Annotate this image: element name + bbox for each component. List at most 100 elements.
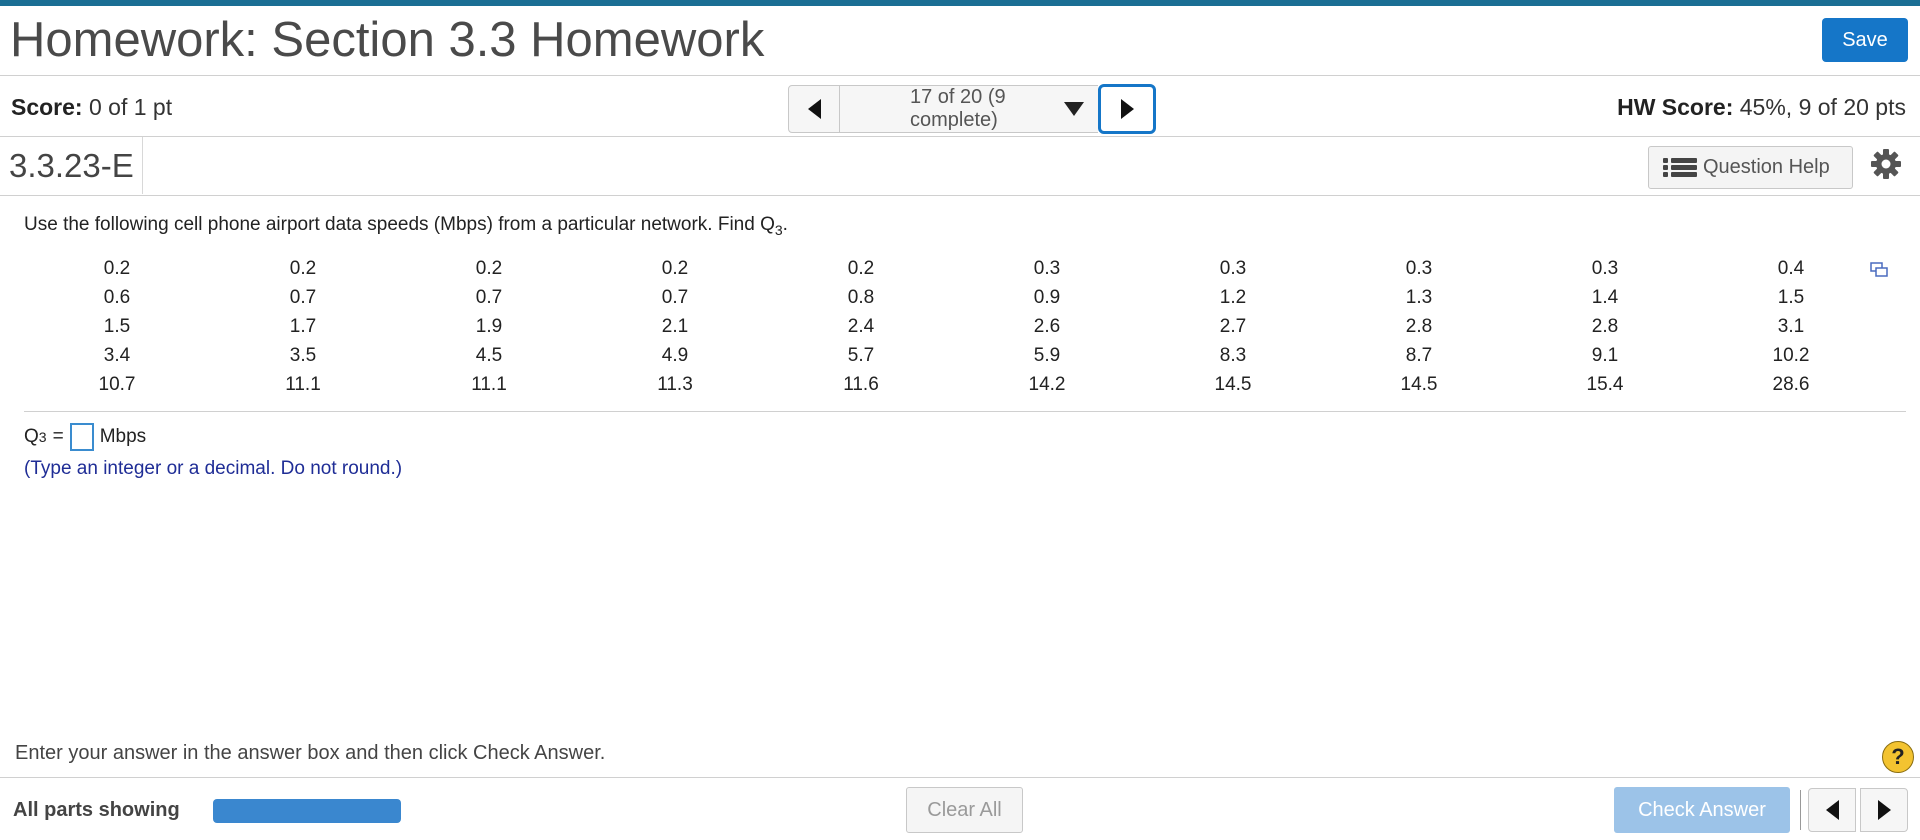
question-prompt: Use the following cell phone airport dat… <box>24 214 788 238</box>
answer-hint: (Type an integer or a decimal. Do not ro… <box>24 458 403 479</box>
triangle-left-icon <box>807 99 821 119</box>
table-cell: 0.7 <box>475 286 503 308</box>
hw-score-text: HW Score: 45%, 9 of 20 pts <box>1617 94 1906 121</box>
table-cell: 2.7 <box>1219 315 1247 337</box>
table-cell: 0.3 <box>1219 257 1247 279</box>
table-cell: 5.9 <box>1033 344 1061 366</box>
table-cell: 4.9 <box>661 344 689 366</box>
progress-bar <box>213 799 401 823</box>
table-cell: 11.1 <box>285 373 321 395</box>
question-help-button[interactable]: Question Help <box>1648 146 1853 189</box>
clear-all-button[interactable]: Clear All <box>906 787 1023 833</box>
triangle-right-icon <box>1120 99 1134 119</box>
table-cell: 2.6 <box>1033 315 1061 337</box>
table-cell: 0.3 <box>1033 257 1061 279</box>
table-cell: 0.7 <box>661 286 689 308</box>
table-row: 0.6 0.7 0.7 0.7 0.8 0.9 1.2 1.3 1.4 1.5 <box>24 283 1884 312</box>
divider <box>142 137 143 194</box>
table-cell: 14.5 <box>1214 373 1252 395</box>
table-cell: 0.9 <box>1033 286 1061 308</box>
table-cell: 11.3 <box>657 373 693 395</box>
prompt-end: . <box>782 214 788 235</box>
table-cell: 5.7 <box>847 344 875 366</box>
footer-bar: All parts showing Clear All Check Answer <box>0 777 1920 840</box>
caret-down-icon <box>1064 102 1084 116</box>
hw-score-label: HW Score: <box>1617 94 1734 120</box>
table-cell: 8.7 <box>1405 344 1433 366</box>
table-cell: 11.6 <box>843 373 879 395</box>
table-cell: 0.8 <box>847 286 875 308</box>
table-cell: 0.6 <box>103 286 131 308</box>
table-cell: 0.2 <box>847 257 875 279</box>
table-cell: 0.2 <box>289 257 317 279</box>
score-value: 0 of 1 pt <box>88 94 173 120</box>
table-cell: 0.4 <box>1777 257 1805 279</box>
table-row: 10.7 11.1 11.1 11.3 11.6 14.2 14.5 14.5 15.4 28.6 <box>24 370 1884 399</box>
table-cell: 2.4 <box>847 315 875 337</box>
question-help-label: Question Help <box>1703 156 1830 178</box>
question-navigator: 17 of 20 (9 complete) <box>788 84 1156 134</box>
answer-subscript: 3 <box>38 429 47 445</box>
check-answer-button[interactable]: Check Answer <box>1614 787 1790 833</box>
question-header-row: 3.3.23-E Question Help <box>0 137 1920 196</box>
hw-score-value: 45%, 9 of 20 pts <box>1739 94 1906 120</box>
copy-icon[interactable] <box>1870 262 1888 278</box>
table-cell: 28.6 <box>1772 373 1810 395</box>
score-label: Score: <box>11 94 83 120</box>
parts-showing-label: All parts showing <box>13 799 180 821</box>
table-cell: 1.2 <box>1219 286 1247 308</box>
footer-previous-button[interactable] <box>1808 788 1856 832</box>
answer-input[interactable] <box>69 423 94 451</box>
table-cell: 3.5 <box>289 344 317 366</box>
question-select-dropdown[interactable]: 17 of 20 (9 complete) <box>840 85 1098 133</box>
table-cell: 3.1 <box>1777 315 1805 337</box>
help-circle-icon[interactable]: ? <box>1882 741 1914 773</box>
table-cell: 2.1 <box>661 315 689 337</box>
table-cell: 0.2 <box>661 257 689 279</box>
table-cell: 1.5 <box>103 315 131 337</box>
answer-unit: Mbps <box>99 426 147 447</box>
table-cell: 10.7 <box>98 373 136 395</box>
table-cell: 2.8 <box>1405 315 1433 337</box>
answer-line: Q3 = Mbps <box>24 422 146 452</box>
data-table: 0.2 0.2 0.2 0.2 0.2 0.3 0.3 0.3 0.3 0.4 0.6 0.7 0.7 0… <box>24 254 1884 399</box>
table-row: 0.2 0.2 0.2 0.2 0.2 0.3 0.3 0.3 0.3 0.4 <box>24 254 1884 283</box>
table-cell: 0.3 <box>1591 257 1619 279</box>
table-cell: 1.3 <box>1405 286 1433 308</box>
answer-equals: = <box>52 426 64 447</box>
table-cell: 8.3 <box>1219 344 1247 366</box>
table-cell: 1.5 <box>1777 286 1805 308</box>
gear-icon[interactable] <box>1870 148 1902 180</box>
table-cell: 14.2 <box>1028 373 1066 395</box>
score-text: Score: 0 of 1 pt <box>11 94 172 121</box>
section-divider <box>24 411 1906 412</box>
save-button[interactable]: Save <box>1822 18 1908 62</box>
divider <box>1800 790 1801 830</box>
prompt-text: Use the following cell phone airport dat… <box>24 214 775 235</box>
footer-next-button[interactable] <box>1860 788 1908 832</box>
question-id: 3.3.23-E <box>9 147 134 184</box>
table-cell: 1.7 <box>289 315 317 337</box>
instructions-text: Enter your answer in the answer box and … <box>15 742 606 764</box>
table-cell: 1.4 <box>1591 286 1619 308</box>
table-cell: 1.9 <box>475 315 503 337</box>
table-cell: 14.5 <box>1400 373 1438 395</box>
answer-prefix: Q <box>24 426 39 447</box>
table-row: 3.4 3.5 4.5 4.9 5.7 5.9 8.3 8.7 9.1 10.2 <box>24 341 1884 370</box>
list-icon <box>1663 157 1697 179</box>
next-question-button[interactable] <box>1098 84 1156 134</box>
previous-question-button[interactable] <box>788 85 840 133</box>
table-cell: 0.3 <box>1405 257 1433 279</box>
prompt-subscript: 3 <box>774 221 783 238</box>
table-cell: 10.2 <box>1772 344 1810 366</box>
table-cell: 0.2 <box>475 257 503 279</box>
table-cell: 2.8 <box>1591 315 1619 337</box>
table-cell: 9.1 <box>1591 344 1619 366</box>
table-cell: 0.7 <box>289 286 317 308</box>
triangle-right-icon <box>1877 800 1891 820</box>
table-cell: 0.2 <box>103 257 131 279</box>
table-cell: 3.4 <box>103 344 131 366</box>
title-row: Homework: Section 3.3 Homework Save <box>0 6 1920 76</box>
triangle-left-icon <box>1825 800 1839 820</box>
table-cell: 15.4 <box>1586 373 1624 395</box>
